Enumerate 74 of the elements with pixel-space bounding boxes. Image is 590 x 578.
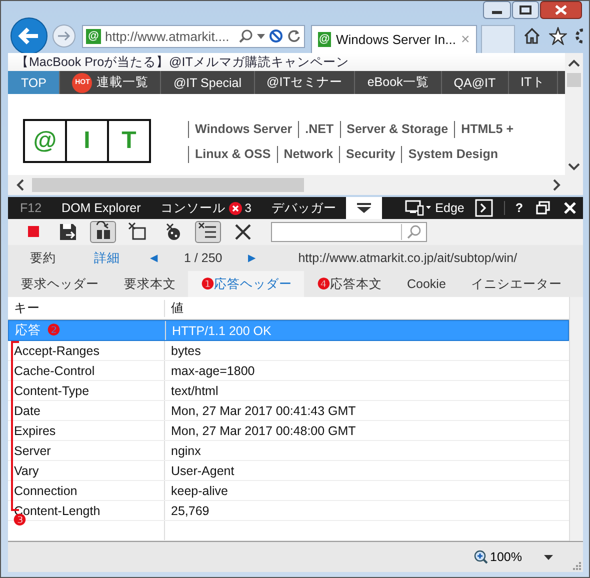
tab-label: 応答本文 bbox=[330, 276, 382, 292]
table-cell-text: bytes bbox=[170, 342, 202, 360]
browser-tab[interactable]: @ Windows Server In... × bbox=[310, 25, 477, 53]
nav-link[interactable]: @ITセミナー bbox=[254, 71, 356, 94]
category-link[interactable]: HTML5 + bbox=[454, 121, 520, 138]
emulation-button[interactable]: Edge bbox=[401, 200, 468, 216]
position-counter: 1 / 250 bbox=[183, 251, 224, 265]
nav-link[interactable]: QA@IT bbox=[442, 71, 509, 94]
table-cell: Server bbox=[14, 444, 51, 458]
table-cell: Expires bbox=[14, 424, 56, 438]
category-link[interactable]: Windows Server bbox=[188, 121, 298, 138]
previous-button[interactable]: ◀ bbox=[136, 252, 172, 264]
devtools-tab[interactable]: デバッガー bbox=[261, 197, 346, 219]
category-link[interactable]: Network bbox=[276, 146, 340, 163]
table-cell-text: HTTP/1.1 200 OK bbox=[171, 322, 272, 340]
detail-tab[interactable]: Cookie bbox=[394, 271, 458, 297]
next-button[interactable]: ▶ bbox=[234, 252, 270, 264]
table-cell: Connection bbox=[14, 484, 78, 498]
address-text: http://www.atmarkit.... bbox=[105, 28, 230, 44]
table-cell: Date bbox=[14, 404, 40, 418]
category-link[interactable]: .NET bbox=[298, 121, 340, 138]
zoom-control[interactable]: 100% bbox=[474, 550, 522, 564]
error-count: 3 bbox=[244, 201, 252, 215]
column-header[interactable]: 値 bbox=[165, 300, 569, 316]
detail-tab[interactable]: ❶応答ヘッダー bbox=[188, 271, 304, 297]
devtools-label: F12 bbox=[19, 201, 43, 215]
table-cell-text: text/html bbox=[170, 382, 220, 400]
table-cell-text: max-age=1800 bbox=[170, 362, 256, 380]
callout-number: ❹ bbox=[317, 276, 330, 292]
nav-link[interactable]: @IT Special bbox=[161, 71, 255, 94]
category-link[interactable]: Server & Storage bbox=[340, 121, 454, 138]
zoom-level: 100% bbox=[490, 550, 522, 564]
category-link[interactable]: Linux & OSS bbox=[188, 146, 277, 163]
column-header[interactable]: キー bbox=[8, 300, 165, 316]
category-link[interactable]: System Design bbox=[401, 146, 504, 163]
detail-tab[interactable]: イニシエーター bbox=[458, 271, 574, 297]
site-icon: @ bbox=[86, 28, 101, 44]
table-cell-text: keep-alive bbox=[170, 482, 229, 500]
tab-title: Windows Server In... bbox=[336, 32, 456, 47]
logo-letter: I bbox=[67, 121, 109, 161]
address-bar[interactable]: @ http://www.atmarkit.... bbox=[82, 24, 305, 48]
table-cell-text: Mon, 27 Mar 2017 00:48:00 GMT bbox=[170, 422, 357, 440]
nav-link[interactable]: ITト bbox=[508, 71, 558, 94]
help-button[interactable]: ? bbox=[504, 201, 529, 215]
table-cell-text: Mon, 27 Mar 2017 00:41:43 GMT bbox=[170, 402, 357, 420]
table-cell-text: 25,769 bbox=[170, 502, 210, 520]
banner-link[interactable]: 【MacBook Proが当たる】@ITメルマガ購読キャンペーン bbox=[8, 53, 565, 71]
detail-tab[interactable]: 要求ヘッダー bbox=[8, 271, 111, 297]
site-logo[interactable]: @ I T bbox=[23, 119, 151, 163]
nav-link[interactable]: eBook一覧 bbox=[355, 71, 442, 94]
table-cell: Cache-Control bbox=[14, 364, 95, 378]
devtools-tab[interactable]: DOM Explorer bbox=[52, 197, 151, 219]
detail-tab[interactable]: 要求本文 bbox=[111, 271, 188, 297]
callout-number: ❶ bbox=[201, 276, 214, 292]
logo-letter: T bbox=[120, 126, 138, 156]
mode-label: Edge bbox=[435, 201, 464, 215]
table-cell: Content-Type bbox=[14, 384, 90, 398]
table-cell: Accept-Ranges bbox=[14, 344, 100, 358]
view-tab[interactable]: 要約 bbox=[8, 250, 72, 266]
tab-label: コンソール bbox=[160, 200, 226, 216]
nav-link[interactable]: TOP bbox=[8, 71, 60, 94]
table-cell: 応答 bbox=[15, 322, 41, 339]
table-cell-text: User-Agent bbox=[170, 462, 236, 480]
category-link[interactable]: Security bbox=[339, 146, 402, 163]
detail-tab[interactable]: ❹応答本文 bbox=[304, 271, 394, 297]
tab-label: 応答ヘッダー bbox=[214, 276, 292, 292]
devtools-tab[interactable]: コンソール 3 bbox=[150, 197, 262, 219]
view-tab[interactable]: 詳細 bbox=[72, 250, 136, 266]
site-icon: @ bbox=[318, 32, 331, 47]
table-cell-text: nginx bbox=[170, 442, 202, 460]
logo-letter: @ bbox=[25, 121, 67, 161]
request-url: http://www.atmarkit.co.jp/ait/subtop/win/ bbox=[297, 251, 518, 265]
table-cell: Vary bbox=[14, 464, 39, 478]
callout-number: ❷ bbox=[47, 323, 60, 338]
